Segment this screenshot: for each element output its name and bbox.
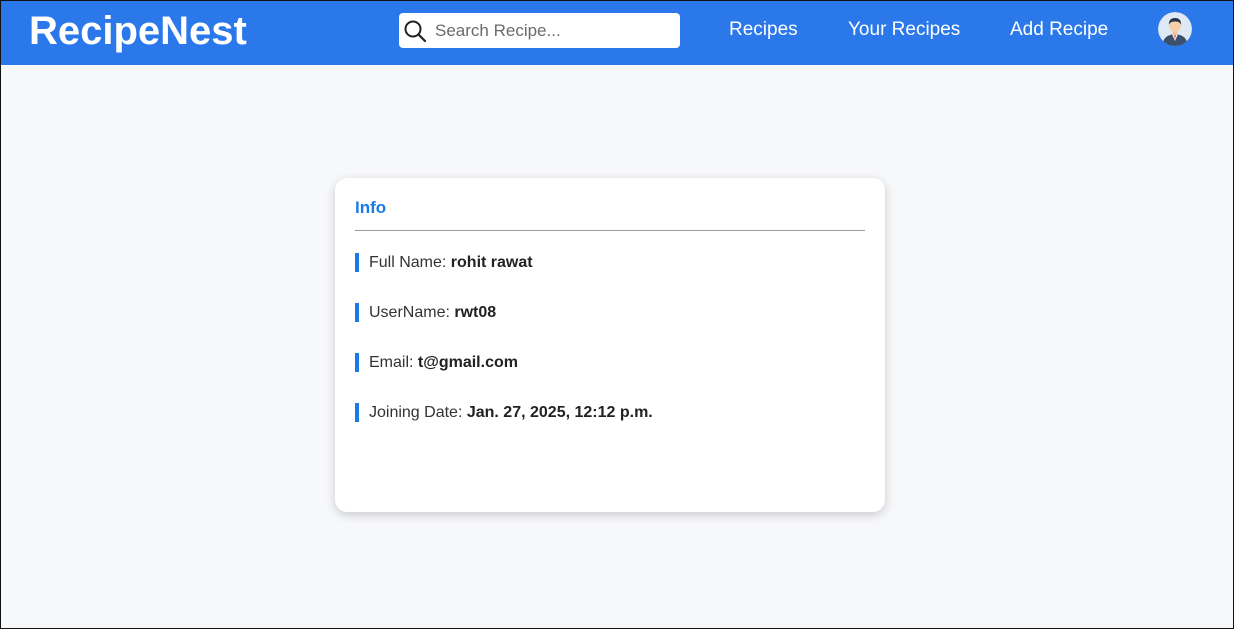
info-row-full-name: Full Name: rohit rawat <box>355 253 533 272</box>
brand-logo[interactable]: RecipeNest <box>29 9 247 53</box>
navbar: RecipeNest Recipes Your Recipes Add Reci… <box>1 1 1233 65</box>
nav-link-your-recipes[interactable]: Your Recipes <box>848 19 960 41</box>
divider <box>355 230 865 231</box>
search-input[interactable] <box>435 15 665 46</box>
nav-link-recipes[interactable]: Recipes <box>729 19 798 41</box>
info-value: rohit rawat <box>450 254 533 271</box>
info-label: UserName: <box>369 304 455 321</box>
search-box[interactable] <box>399 13 680 48</box>
info-value: rwt08 <box>454 304 497 321</box>
info-row-username: UserName: rwt08 <box>355 303 496 322</box>
info-card-title: Info <box>355 198 387 217</box>
user-avatar-icon[interactable] <box>1158 12 1192 46</box>
info-card: Info Full Name: rohit rawat UserName: rw… <box>335 178 885 512</box>
search-icon <box>403 19 427 43</box>
nav-link-add-recipe[interactable]: Add Recipe <box>1010 19 1108 41</box>
info-value: t@gmail.com <box>417 354 518 371</box>
info-row-joining-date: Joining Date: Jan. 27, 2025, 12:12 p.m. <box>355 403 653 422</box>
info-label: Joining Date: <box>369 404 467 421</box>
info-label: Full Name: <box>369 254 451 271</box>
info-label: Email: <box>369 354 418 371</box>
info-value: Jan. 27, 2025, 12:12 p.m. <box>466 404 653 421</box>
info-row-email: Email: t@gmail.com <box>355 353 518 372</box>
